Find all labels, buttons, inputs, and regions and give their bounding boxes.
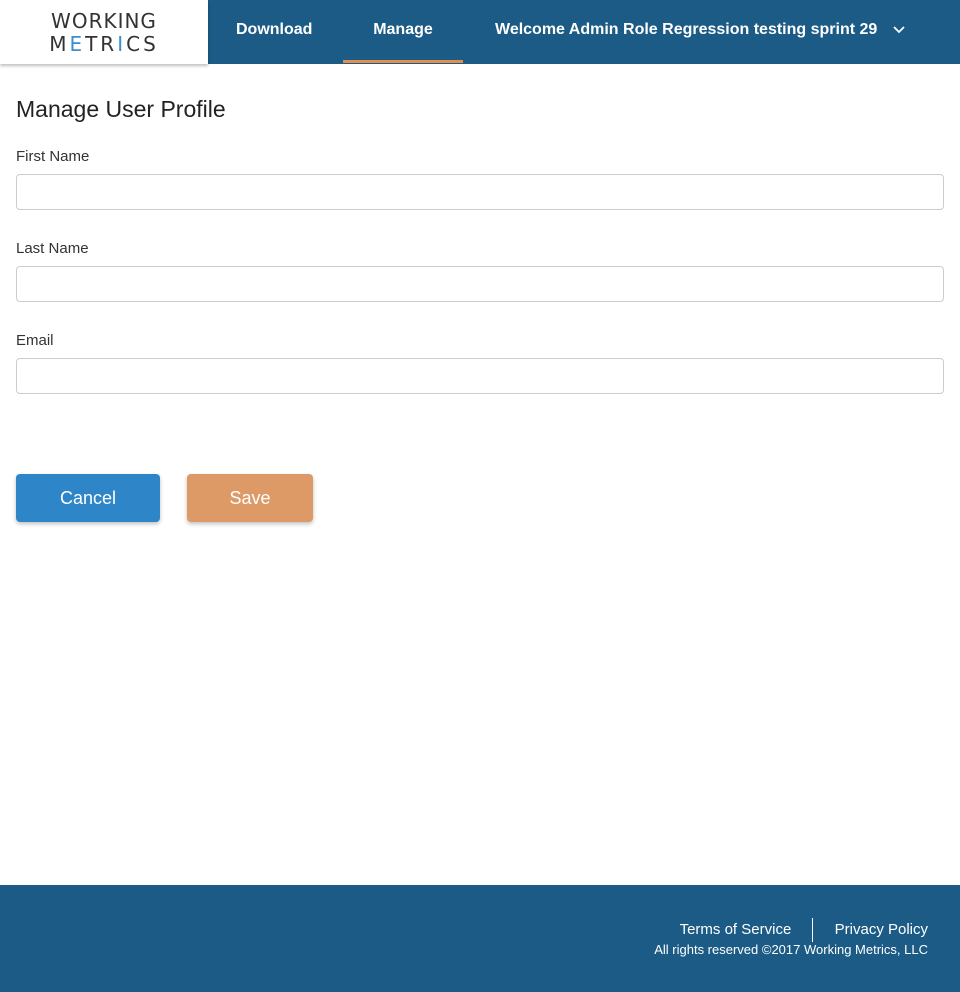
copyright-text: All rights reserved ©2017 Working Metric…	[654, 942, 928, 957]
logo-text-line1: WORKING	[51, 9, 157, 33]
first-name-label: First Name	[16, 148, 90, 165]
last-name-label: Last Name	[16, 240, 89, 257]
active-tab-indicator	[343, 60, 463, 63]
footer-divider	[812, 918, 814, 942]
user-menu[interactable]: Welcome Admin Role Regression testing sp…	[495, 0, 906, 64]
user-menu-label: Welcome Admin Role Regression testing sp…	[495, 21, 878, 38]
logo-letter-accent: E	[69, 32, 86, 56]
top-navigation-bar: WORKING METRICS Download Manage Welcome …	[0, 0, 960, 64]
chevron-down-icon	[893, 26, 905, 34]
logo-letter: M	[49, 32, 70, 56]
nav-manage[interactable]: Manage	[343, 0, 463, 64]
working-metrics-logo[interactable]: WORKING METRICS	[0, 0, 208, 64]
save-button[interactable]: Save	[187, 474, 313, 522]
nav-manage-label: Manage	[373, 21, 433, 38]
terms-of-service-link[interactable]: Terms of Service	[680, 921, 792, 938]
logo-text-line2: METRICS	[0, 34, 208, 54]
privacy-policy-link[interactable]: Privacy Policy	[835, 921, 928, 938]
nav-download[interactable]: Download	[236, 0, 312, 64]
first-name-field[interactable]	[16, 174, 944, 210]
email-label: Email	[16, 332, 54, 349]
footer-links: Terms of Service Privacy Policy	[680, 918, 928, 942]
logo-letters: TR	[85, 32, 118, 56]
page-title: Manage User Profile	[16, 96, 226, 122]
logo-letters: CS	[126, 32, 159, 56]
footer: Terms of Service Privacy Policy All righ…	[0, 885, 960, 992]
email-field[interactable]	[16, 358, 944, 394]
cancel-button[interactable]: Cancel	[16, 474, 160, 522]
last-name-field[interactable]	[16, 266, 944, 302]
logo-letter-accent: I	[117, 32, 127, 56]
